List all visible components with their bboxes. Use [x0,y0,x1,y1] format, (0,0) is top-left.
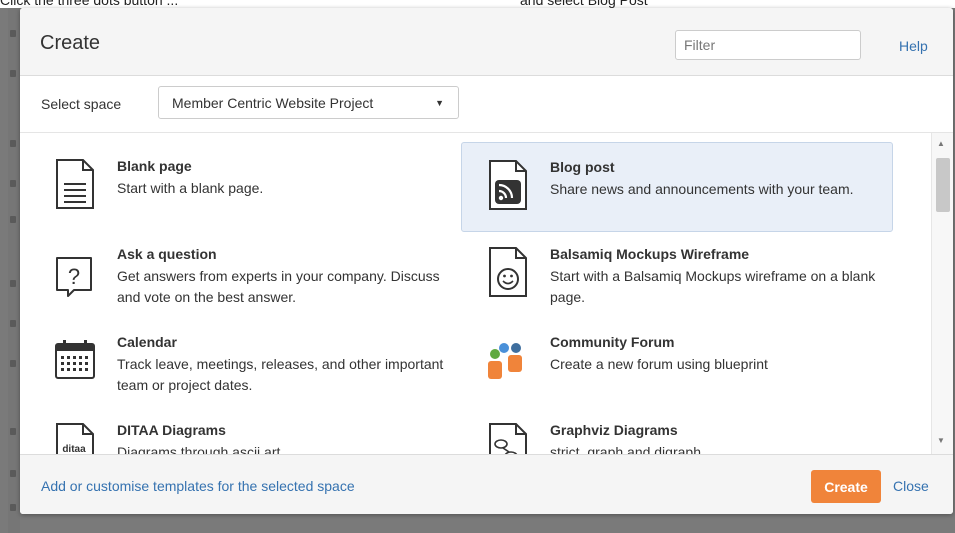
question-icon: ? [56,257,92,297]
help-link[interactable]: Help [899,38,928,54]
template-name: Calendar [117,334,177,350]
space-select-value: Member Centric Website Project [172,95,374,111]
background-page-edge [8,8,20,533]
template-description: Get answers from experts in your company… [117,268,440,305]
template-description: Start with a Balsamiq Mockups wireframe … [550,268,876,305]
template-name: Community Forum [550,334,675,350]
template-blank-page[interactable]: Blank page Start with a blank page. [28,141,460,231]
filter-input[interactable] [675,30,861,60]
background-instruction-text: Click the three dots button ... and sele… [0,0,955,8]
select-space-row: Select space Member Centric Website Proj… [20,76,953,133]
blog-post-icon [489,160,527,210]
scrollbar-thumb[interactable] [936,158,950,212]
template-balsamiq-mockups-wireframe[interactable]: Balsamiq Mockups Wireframe Start with a … [461,229,893,319]
space-select[interactable]: Member Centric Website Project ▼ [158,86,459,119]
template-list: Blank page Start with a blank page. Blog… [20,133,953,454]
template-description: Start with a blank page. [117,180,264,196]
template-name: DITAA Diagrams [117,422,226,438]
template-community-forum[interactable]: Community Forum Create a new forum using… [461,317,893,407]
create-dialog: Create Help Select space Member Centric … [20,8,953,514]
customise-templates-link[interactable]: Add or customise templates for the selec… [41,478,355,494]
template-description: strict, graph and digraph [550,444,701,454]
template-description: Diagrams through ascii art [117,444,281,454]
dialog-header: Create Help [20,8,953,76]
select-space-label: Select space [41,96,122,112]
calendar-icon [55,340,95,379]
close-link[interactable]: Close [893,478,929,494]
ditaa-icon: ditaa [56,423,94,454]
instruction-text-end: and select Blog Post [520,0,648,8]
template-name: Blank page [117,158,192,174]
community-forum-icon [488,343,522,379]
template-name: Blog post [550,159,615,175]
template-name: Graphviz Diagrams [550,422,678,438]
template-description: Create a new forum using blueprint [550,356,768,372]
balsamiq-icon [489,247,527,297]
template-ditaa-diagrams[interactable]: ditaa DITAA Diagrams Diagrams through as… [28,405,460,454]
template-graphviz-diagrams[interactable]: Graphviz Diagrams strict, graph and digr… [461,405,893,454]
svg-text:?: ? [68,264,80,289]
dialog-footer: Add or customise templates for the selec… [20,454,953,514]
graphviz-icon [489,423,527,454]
template-blog-post[interactable]: Blog post Share news and announcements w… [461,142,893,232]
ditaa-icon-text: ditaa [62,444,86,454]
scroll-up-arrow-icon[interactable]: ▲ [937,139,945,148]
instruction-text-start: Click the three dots button ... [0,0,179,8]
blank-page-icon [56,159,94,209]
template-description: Share news and announcements with your t… [550,181,854,197]
template-calendar[interactable]: Calendar Track leave, meetings, releases… [28,317,460,407]
template-description: Track leave, meetings, releases, and oth… [117,356,444,393]
template-list-scrollbar[interactable]: ▲ ▼ [931,133,953,454]
chevron-down-icon: ▼ [435,98,444,108]
template-name: Balsamiq Mockups Wireframe [550,246,750,262]
template-name: Ask a question [117,246,217,262]
dialog-title: Create [40,32,101,54]
scroll-down-arrow-icon[interactable]: ▼ [937,436,945,445]
create-button[interactable]: Create [811,470,881,503]
template-ask-a-question[interactable]: ? Ask a question Get answers from expert… [28,229,460,319]
